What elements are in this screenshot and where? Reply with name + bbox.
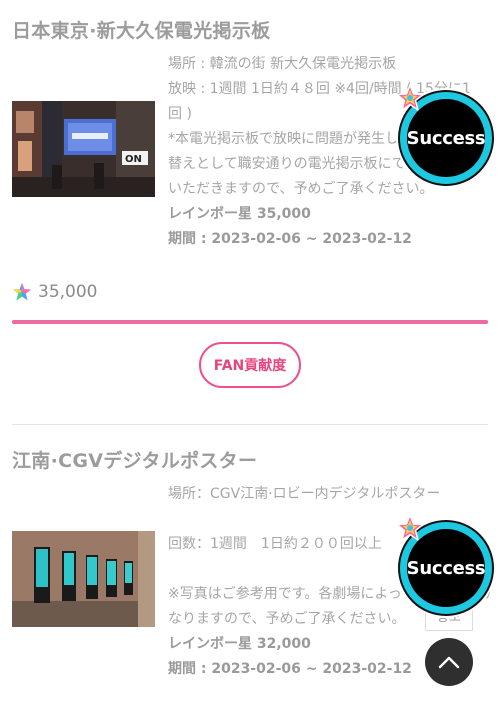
rainbow-star-icon — [13, 283, 31, 301]
points-row: 35,000 — [12, 282, 97, 302]
success-badge: Success — [396, 84, 494, 186]
badge-label: Success — [406, 557, 486, 579]
section-title: 日本東京·新大久保電光掲示板 — [12, 20, 271, 42]
section-title: 江南·CGVデジタルポスター — [12, 450, 258, 472]
progress-fill — [12, 320, 488, 324]
info-line: 場所：CGV江南·ロビー内デジタルポスター — [168, 486, 441, 502]
period-label: 期間 : 2023-02-06 ~ 2023-02-12 — [168, 231, 412, 247]
section-divider — [12, 424, 488, 425]
scroll-to-top-button[interactable] — [425, 638, 473, 686]
info-line: 場所 : 韓流の街 新大久保電光掲示板 — [168, 56, 397, 72]
progress-bar — [12, 320, 488, 324]
points-value: 35,000 — [38, 282, 98, 302]
success-badge: Success — [396, 514, 494, 616]
chevron-up-icon — [438, 656, 460, 669]
badge-label: Success — [406, 127, 486, 149]
svg-text:ON: ON — [125, 154, 142, 165]
price-label: レインボー星 35,000 — [168, 206, 311, 222]
digital-poster-photo — [12, 531, 155, 627]
billboard-photo: ON — [12, 101, 155, 197]
fan-contribution-button[interactable]: FAN貢献度 — [199, 342, 301, 388]
